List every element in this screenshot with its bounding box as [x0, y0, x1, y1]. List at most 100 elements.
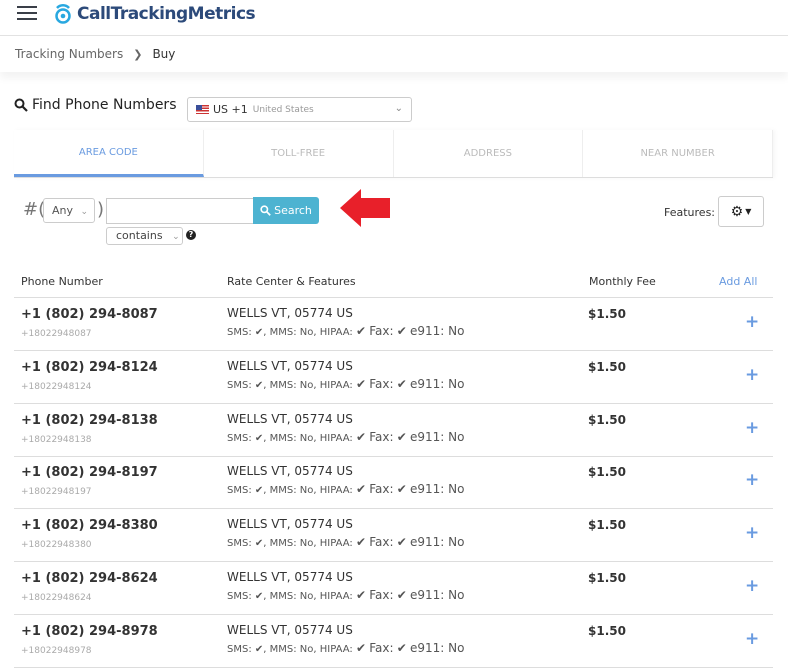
- sms-label: SMS:: [227, 591, 252, 602]
- phone-number: +1 (802) 294-8087: [21, 307, 158, 322]
- search-icon: [260, 205, 271, 216]
- header-monthly-fee: Monthly Fee: [589, 275, 656, 288]
- tab-toll-free[interactable]: TOLL-FREE: [204, 130, 394, 177]
- e911-label: e911: No: [409, 640, 465, 655]
- phone-number-raw: +18022948197: [21, 487, 92, 498]
- features-text: SMS: ✔, MMS: No, HIPAA: ✔ Fax: ✔ e911: N…: [227, 430, 464, 444]
- suffix-label: ): [97, 199, 105, 220]
- add-number-plus-icon[interactable]: +: [745, 418, 759, 438]
- area-code-value: Any: [52, 204, 74, 217]
- table-row: +1 (802) 294-8380 +18022948380 WELLS VT,…: [14, 509, 773, 563]
- table-row: +1 (802) 294-8087 +18022948087 WELLS VT,…: [14, 298, 773, 351]
- add-number-plus-icon[interactable]: +: [745, 470, 759, 490]
- logo-icon: [55, 4, 71, 24]
- add-number-plus-icon[interactable]: +: [745, 576, 759, 596]
- table-row: +1 (802) 294-8978 +18022948978 WELLS VT,…: [14, 615, 773, 668]
- rate-center: WELLS VT, 05774 US: [227, 306, 353, 320]
- page-title: Find Phone Numbers: [32, 97, 177, 113]
- mms-hipaa-label: , MMS: No, HIPAA:: [263, 485, 353, 497]
- tab-address[interactable]: ADDRESS: [394, 130, 584, 177]
- country-code: US +1: [213, 103, 248, 116]
- breadcrumb-current: Buy: [152, 47, 176, 61]
- chevron-down-icon: ⌄: [80, 207, 89, 217]
- breadcrumb-tracking-numbers[interactable]: Tracking Numbers: [15, 47, 123, 61]
- tab-near-number[interactable]: NEAR NUMBER: [583, 130, 773, 177]
- rate-center: WELLS VT, 05774 US: [227, 517, 353, 532]
- find-heading: Find Phone Numbers: [14, 97, 176, 113]
- phone-number-raw: +18022948124: [21, 381, 92, 392]
- header-phone-number: Phone Number: [21, 275, 103, 288]
- features-text: SMS: ✔, MMS: No, HIPAA: ✔ Fax: ✔ e911: N…: [227, 377, 464, 391]
- match-type-value: contains: [116, 229, 163, 242]
- monthly-fee: $1.50: [588, 412, 626, 427]
- search-button-label: Search: [274, 204, 312, 217]
- sms-label: SMS:: [227, 327, 252, 338]
- add-number-plus-icon[interactable]: +: [745, 312, 759, 332]
- fax-label: Fax:: [369, 640, 394, 655]
- e911-label: e911: No: [409, 482, 465, 497]
- features-text: SMS: ✔, MMS: No, HIPAA: ✔ Fax: ✔ e911: N…: [227, 535, 464, 549]
- check-icon: ✔: [396, 324, 407, 338]
- monthly-fee: $1.50: [588, 359, 626, 374]
- country-select[interactable]: US +1 United States ⌄: [187, 97, 412, 122]
- phone-number-raw: +18022948138: [21, 434, 92, 445]
- rate-center: WELLS VT, 05774 US: [227, 464, 353, 479]
- area-code-select[interactable]: Any ⌄: [43, 198, 95, 223]
- check-icon: ✔: [396, 429, 407, 444]
- match-type-select[interactable]: contains ⌄: [106, 227, 183, 245]
- add-number-plus-icon[interactable]: +: [745, 629, 759, 649]
- e911-label: e911: No: [409, 376, 465, 391]
- e911-label: e911: No: [409, 324, 465, 338]
- sms-label: SMS:: [227, 379, 252, 391]
- breadcrumb: Tracking Numbers ❯ Buy: [0, 36, 788, 72]
- rate-center: WELLS VT, 05774 US: [227, 622, 353, 637]
- add-all-link[interactable]: Add All: [719, 275, 757, 288]
- monthly-fee: $1.50: [588, 623, 626, 638]
- red-arrow-annotation: [340, 189, 390, 227]
- logo[interactable]: CallTrackingMetrics: [54, 3, 256, 25]
- check-icon: ✔: [396, 376, 407, 391]
- brand-name: CallTrackingMetrics: [77, 4, 256, 24]
- tab-area-code[interactable]: AREA CODE: [14, 130, 204, 177]
- sms-label: SMS:: [227, 538, 252, 550]
- phone-number: +1 (802) 294-8197: [21, 465, 158, 481]
- chevron-right-icon: ❯: [133, 47, 143, 61]
- header-rate-center: Rate Center & Features: [227, 275, 356, 288]
- add-number-plus-icon[interactable]: +: [745, 365, 759, 385]
- country-name: United States: [252, 104, 314, 115]
- features-dropdown-button[interactable]: ⚙ ▼: [718, 196, 764, 227]
- rate-center: WELLS VT, 05774 US: [227, 358, 353, 373]
- mms-hipaa-label: , MMS: No, HIPAA:: [263, 591, 353, 602]
- sms-label: SMS:: [227, 432, 252, 444]
- hamburger-menu-icon[interactable]: [17, 6, 37, 20]
- monthly-fee: $1.50: [588, 518, 626, 533]
- check-icon: ✔: [254, 643, 264, 655]
- e911-label: e911: No: [409, 429, 465, 444]
- check-icon: ✔: [355, 482, 367, 497]
- check-icon: ✔: [396, 482, 407, 497]
- search-tabs: AREA CODE TOLL-FREE ADDRESS NEAR NUMBER: [14, 130, 773, 178]
- features-text: SMS: ✔, MMS: No, HIPAA: ✔ Fax: ✔ e911: N…: [227, 588, 464, 602]
- add-number-plus-icon[interactable]: +: [745, 523, 759, 543]
- table-row: +1 (802) 294-8197 +18022948197 WELLS VT,…: [14, 456, 773, 510]
- phone-number: +1 (802) 294-8124: [21, 359, 158, 375]
- phone-number-raw: +18022948624: [21, 593, 92, 603]
- table-row: +1 (802) 294-8124 +18022948124 WELLS VT,…: [14, 351, 773, 404]
- help-icon[interactable]: ?: [186, 230, 196, 240]
- search-icon: [14, 98, 28, 112]
- fax-label: Fax:: [369, 376, 394, 391]
- table-row: +1 (802) 294-8138 +18022948138 WELLS VT,…: [14, 404, 773, 457]
- number-search-input[interactable]: [106, 198, 254, 224]
- check-icon: ✔: [396, 640, 407, 655]
- search-button[interactable]: Search: [253, 197, 319, 224]
- check-icon: ✔: [355, 535, 367, 550]
- features-text: SMS: ✔, MMS: No, HIPAA: ✔ Fax: ✔ e911: N…: [227, 482, 464, 496]
- us-flag-icon: [196, 105, 209, 114]
- phone-number: +1 (802) 294-8380: [21, 518, 158, 534]
- fax-label: Fax:: [369, 535, 394, 550]
- sms-label: SMS:: [227, 485, 252, 497]
- prefix-label: #(: [23, 199, 46, 220]
- features-text: SMS: ✔, MMS: No, HIPAA: ✔ Fax: ✔ e911: N…: [227, 641, 464, 655]
- top-bar: CallTrackingMetrics: [0, 0, 788, 36]
- fax-label: Fax:: [369, 429, 394, 444]
